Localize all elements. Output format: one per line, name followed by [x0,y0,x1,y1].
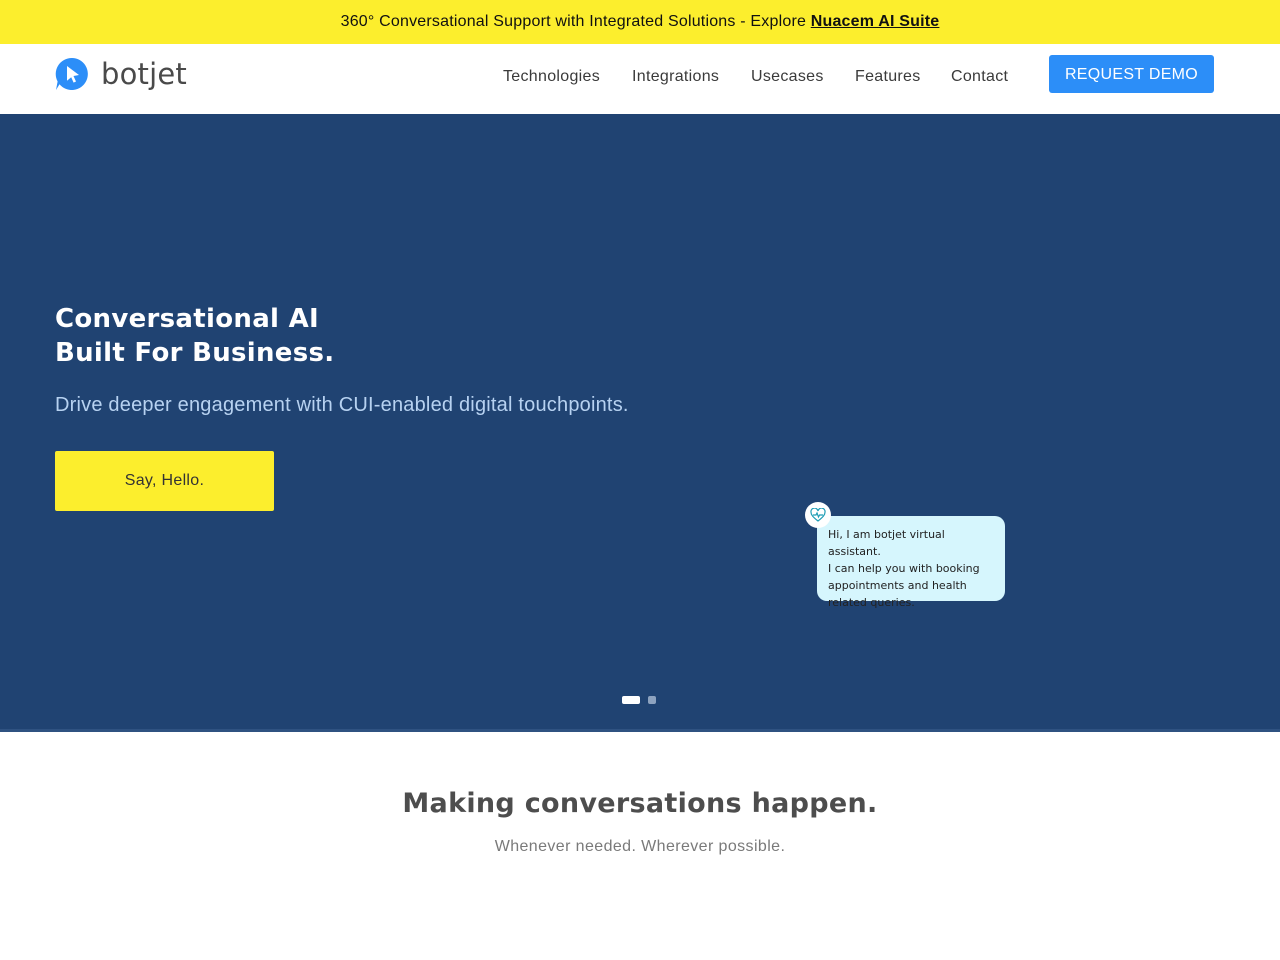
nav-usecases[interactable]: Usecases [751,68,855,86]
carousel-dot-2[interactable] [648,696,656,704]
hero-title: Conversational AI Built For Business. [55,302,334,370]
bot-avatar [805,502,831,528]
heartbeat-icon [810,508,826,522]
brand-name: botjet [101,57,187,91]
section-title: Making conversations happen. [402,788,878,819]
nav-technologies[interactable]: Technologies [503,68,632,86]
hero-subtitle: Drive deeper engagement with CUI-enabled… [55,394,629,416]
chat-line: I can help you with booking [828,562,980,575]
chat-line: Hi, I am botjet virtual assistant. [828,528,945,558]
nav-contact[interactable]: Contact [951,68,1008,86]
section-subtitle: Whenever needed. Wherever possible. [494,838,786,855]
chat-bubble: Hi, I am botjet virtual assistant. I can… [817,516,1005,609]
hero-section: Conversational AI Built For Business. Dr… [0,114,1280,732]
nav-features[interactable]: Features [855,68,951,86]
announcement-text: 360° Conversational Support with Integra… [340,13,811,30]
hero-title-line1: Conversational AI [55,304,319,334]
carousel-indicators [622,696,656,704]
say-hello-button[interactable]: Say, Hello. [55,451,274,511]
main-menu: Technologies Integrations Usecases Featu… [503,68,1008,86]
announcement-bar: 360° Conversational Support with Integra… [0,0,1280,44]
pointer-bubble-icon [55,57,88,90]
top-navbar: botjet Technologies Integrations Usecase… [0,44,1280,114]
request-demo-button[interactable]: REQUEST DEMO [1049,55,1214,93]
hero-title-line2: Built For Business. [55,338,335,368]
hero-divider [0,729,1280,732]
brand-logo[interactable]: botjet [55,56,187,92]
chat-line: appointments and health [828,579,967,592]
carousel-dot-1[interactable] [622,696,640,704]
nuacem-suite-link[interactable]: Nuacem AI Suite [811,13,940,30]
chat-line: related queries. [828,596,915,609]
nav-integrations[interactable]: Integrations [632,68,751,86]
